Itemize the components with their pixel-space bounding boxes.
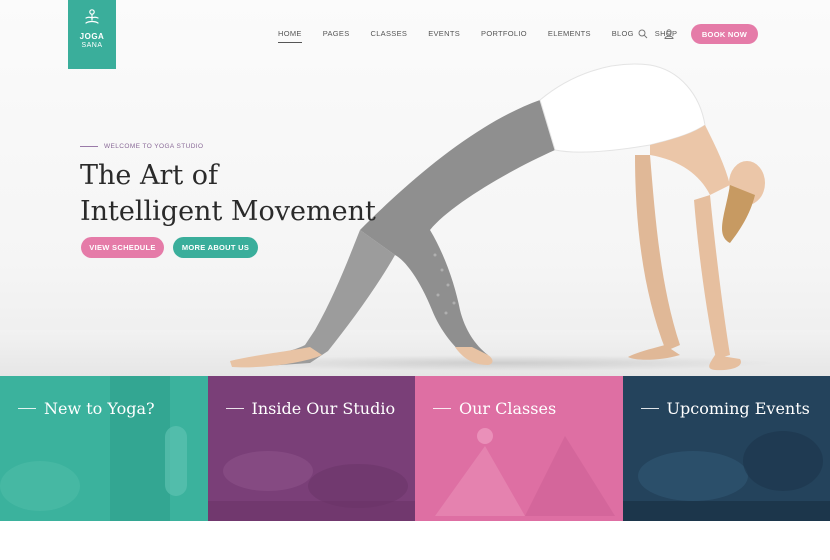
tile-our-classes[interactable]: Our Classes — [415, 376, 623, 521]
hero-title: The Art of Intelligent Movement — [80, 158, 376, 230]
view-schedule-button[interactable]: VIEW SCHEDULE — [81, 237, 164, 258]
nav-item-classes[interactable]: CLASSES — [371, 29, 408, 43]
hero-title-line2: Intelligent Movement — [80, 196, 376, 227]
tile-title: Our Classes — [459, 399, 557, 418]
hero-section: JOGA SANA HOME PAGES CLASSES EVENTS PORT… — [0, 0, 830, 376]
tile-dash — [18, 408, 36, 409]
nav-item-portfolio[interactable]: PORTFOLIO — [481, 29, 527, 43]
tile-inside-our-studio[interactable]: Inside Our Studio — [207, 376, 415, 521]
tile-photo-overlay — [435, 428, 615, 516]
tile-photo-overlay — [622, 431, 830, 521]
tile-photo-overlay — [0, 376, 187, 521]
hero-kicker-text: WELCOME TO YOGA STUDIO — [104, 143, 204, 150]
tile-dash — [433, 408, 451, 409]
tile-dash — [640, 408, 659, 409]
hero-title-line1: The Art of — [80, 160, 219, 191]
tile-photo-overlay — [207, 451, 415, 521]
more-about-us-button[interactable]: MORE ABOUT US — [173, 237, 258, 258]
nav-item-pages[interactable]: PAGES — [323, 29, 350, 43]
tile-title: Inside Our Studio — [251, 399, 396, 418]
tile-title-row: Inside Our Studio — [225, 399, 396, 418]
main-nav: HOME PAGES CLASSES EVENTS PORTFOLIO ELEM… — [278, 29, 698, 43]
nav-item-elements[interactable]: ELEMENTS — [548, 29, 591, 43]
feature-tiles: New to Yoga? Inside Our Studio Our Class… — [0, 376, 830, 521]
user-icon[interactable] — [663, 28, 675, 40]
brand-logo[interactable]: JOGA SANA — [68, 0, 116, 69]
tile-upcoming-events[interactable]: Upcoming Events — [622, 376, 830, 521]
nav-item-home[interactable]: HOME — [278, 29, 302, 43]
brand-name-line2: SANA — [81, 42, 103, 49]
hero-kicker: WELCOME TO YOGA STUDIO — [80, 143, 203, 150]
kicker-line — [80, 146, 98, 147]
nav-item-blog[interactable]: BLOG — [612, 29, 634, 43]
meditation-icon — [85, 9, 99, 24]
tile-dash — [225, 408, 244, 409]
brand-name-line1: JOGA — [79, 32, 105, 41]
tile-title-row: Our Classes — [433, 399, 556, 418]
tile-title: New to Yoga? — [44, 399, 155, 418]
book-now-button[interactable]: BOOK NOW — [691, 24, 758, 44]
tile-title-row: Upcoming Events — [640, 399, 810, 418]
tile-title-row: New to Yoga? — [18, 399, 155, 418]
search-icon[interactable] — [637, 28, 649, 40]
nav-item-events[interactable]: EVENTS — [428, 29, 460, 43]
tile-title: Upcoming Events — [666, 399, 810, 418]
tile-new-to-yoga[interactable]: New to Yoga? — [0, 376, 208, 521]
